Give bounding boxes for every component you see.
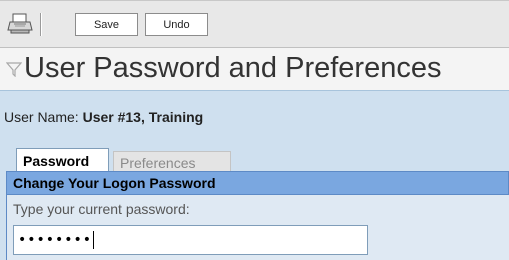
- main-content: User Name: User #13, Training Password P…: [0, 91, 509, 260]
- text-caret: [93, 231, 95, 249]
- user-name-line: User Name: User #13, Training: [4, 109, 203, 125]
- toolbar: Save Undo: [0, 0, 509, 48]
- current-password-value: ••••••••: [18, 232, 93, 248]
- tab-password[interactable]: Password: [16, 148, 109, 172]
- print-button[interactable]: [6, 11, 34, 37]
- tab-password-label: Password: [23, 152, 90, 169]
- tab-preferences[interactable]: Preferences: [113, 151, 231, 173]
- section-title: Change Your Logon Password: [13, 175, 216, 191]
- user-name-label: User Name:: [4, 109, 79, 125]
- user-name-value: User #13, Training: [82, 109, 204, 125]
- save-button[interactable]: Save: [75, 13, 138, 36]
- toolbar-separator: [40, 13, 42, 36]
- tab-preferences-label: Preferences: [120, 154, 196, 171]
- undo-button[interactable]: Undo: [145, 13, 208, 36]
- current-password-input[interactable]: ••••••••: [13, 225, 368, 255]
- section-header: Change Your Logon Password: [6, 171, 509, 195]
- filter-icon: [6, 62, 22, 77]
- page-title: User Password and Preferences: [24, 52, 442, 84]
- password-form: Type your current password: ••••••••: [6, 195, 509, 260]
- printer-icon: [7, 13, 33, 34]
- current-password-label: Type your current password:: [13, 201, 190, 217]
- page-header: User Password and Preferences: [0, 48, 509, 91]
